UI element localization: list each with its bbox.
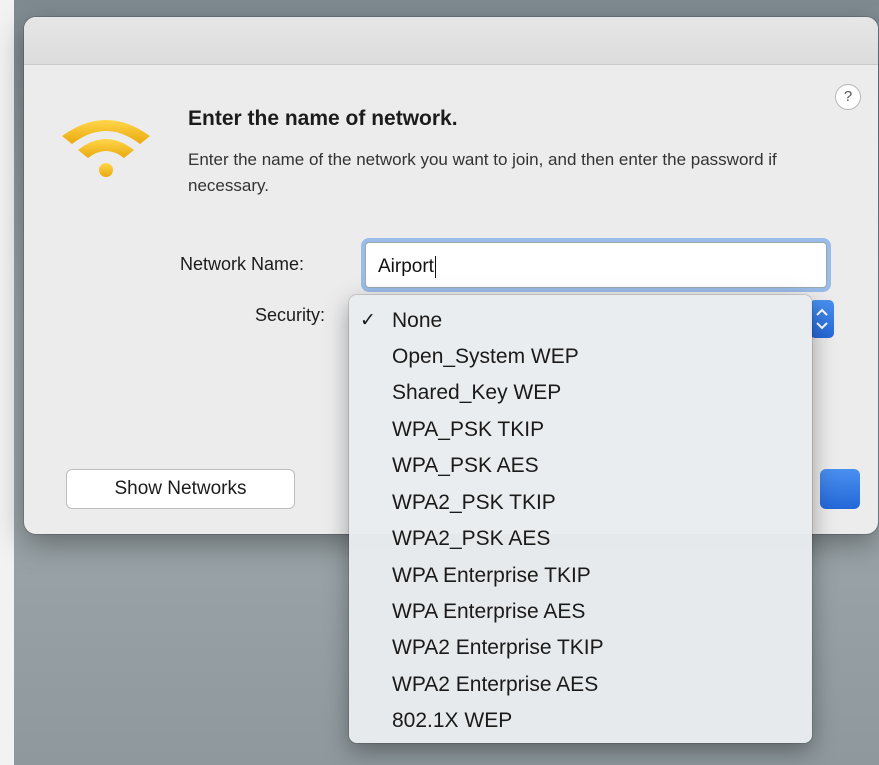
help-button[interactable]: ?	[835, 84, 861, 110]
menu-item-wpa2-psk-tkip[interactable]: WPA2_PSK TKIP	[349, 485, 812, 521]
menu-item-open-system-wep[interactable]: Open_System WEP	[349, 339, 812, 375]
menu-item-label: WPA2_PSK TKIP	[392, 491, 556, 514]
menu-item-label: WPA Enterprise TKIP	[392, 564, 591, 587]
menu-item-label: None	[392, 309, 443, 332]
dialog-titlebar	[24, 17, 878, 65]
menu-item-wpa2-enterprise-aes[interactable]: WPA2 Enterprise AES	[349, 667, 812, 703]
menu-item-wpa-enterprise-aes[interactable]: WPA Enterprise AES	[349, 594, 812, 630]
menu-item-wpa2-psk-aes[interactable]: WPA2_PSK AES	[349, 521, 812, 557]
menu-item-wpa-enterprise-tkip[interactable]: WPA Enterprise TKIP	[349, 558, 812, 594]
menu-item-none[interactable]: ✓ None	[349, 303, 812, 339]
checkmark-icon: ✓	[360, 310, 376, 331]
security-label: Security:	[255, 305, 326, 325]
network-name-input[interactable]: Airport	[365, 242, 827, 288]
menu-item-label: WPA2 Enterprise AES	[392, 673, 599, 696]
menu-item-802-1x-wep[interactable]: 802.1X WEP	[349, 703, 812, 739]
menu-item-label: WPA Enterprise AES	[392, 600, 586, 623]
menu-item-label: Open_System WEP	[392, 345, 579, 368]
menu-item-label: WPA2_PSK AES	[392, 527, 551, 550]
dialog-description: Enter the name of the network you want t…	[188, 150, 777, 195]
join-button[interactable]	[820, 469, 860, 509]
text-caret	[434, 256, 437, 278]
show-networks-button[interactable]: Show Networks	[66, 469, 295, 509]
menu-item-label: 802.1X WEP	[392, 709, 513, 732]
menu-item-wpa-psk-tkip[interactable]: WPA_PSK TKIP	[349, 412, 812, 448]
wifi-icon	[62, 120, 150, 177]
menu-item-label: WPA2 Enterprise TKIP	[392, 636, 604, 659]
menu-item-label: WPA_PSK AES	[392, 454, 539, 477]
chevron-updown-icon	[816, 308, 828, 330]
security-popup-button[interactable]	[810, 300, 834, 338]
menu-item-label: Shared_Key WEP	[392, 381, 562, 404]
network-name-label: Network Name:	[180, 254, 305, 274]
background-strip	[0, 0, 14, 765]
network-name-value: Airport	[378, 256, 434, 278]
dialog-heading: Enter the name of network.	[188, 107, 458, 130]
menu-item-wpa2-enterprise-tkip[interactable]: WPA2 Enterprise TKIP	[349, 630, 812, 666]
menu-item-label: WPA_PSK TKIP	[392, 418, 545, 441]
menu-item-shared-key-wep[interactable]: Shared_Key WEP	[349, 375, 812, 411]
security-dropdown-menu: ✓ None Open_System WEP Shared_Key WEP WP…	[349, 295, 812, 743]
menu-item-wpa-psk-aes[interactable]: WPA_PSK AES	[349, 448, 812, 484]
